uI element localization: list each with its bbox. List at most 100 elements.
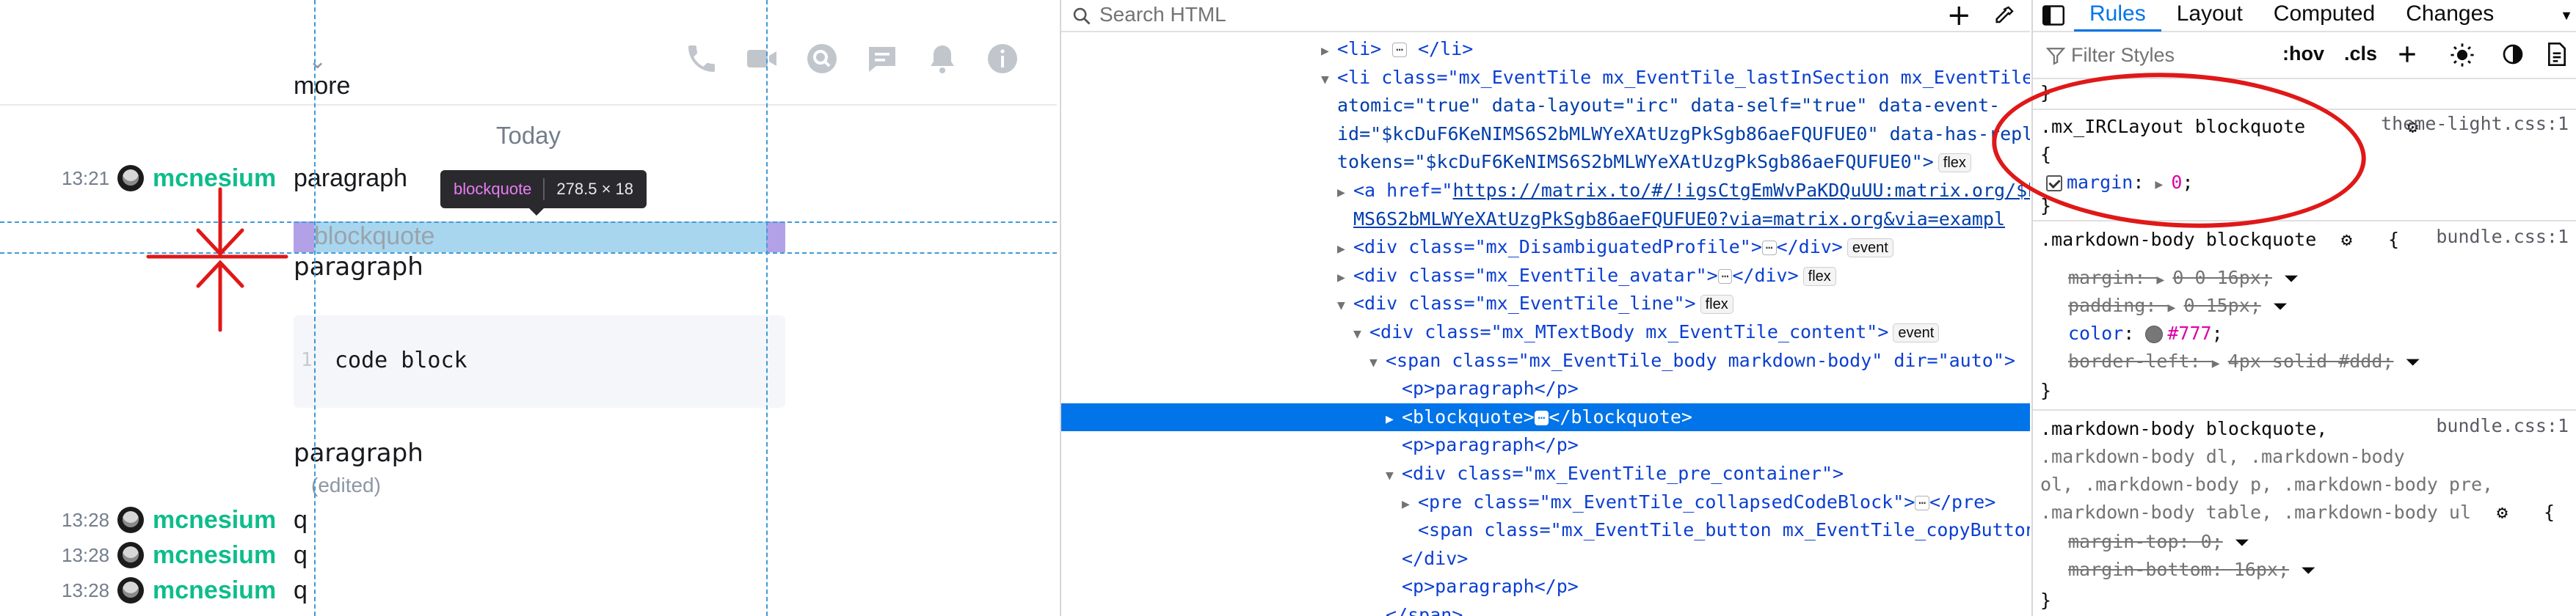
toggle-sidebar-icon[interactable] (2033, 5, 2074, 26)
tab-layout[interactable]: Layout (2161, 0, 2258, 32)
html-search-input[interactable]: Search HTML (1099, 3, 1226, 26)
arrows-annotation-icon (146, 187, 288, 332)
message-timestamp: 13:21 (62, 166, 110, 189)
tabs-overflow-icon[interactable]: ▼ (2560, 8, 2573, 23)
dom-node[interactable]: ▶ <pre class="mx_EventTile_collapsedCodeB… (1061, 488, 2030, 517)
edited-label[interactable]: (edited) (311, 474, 381, 497)
flex-badge[interactable]: flex (1802, 266, 1836, 286)
gear-icon[interactable]: ⚙ (2497, 499, 2508, 527)
code-block: 1 code block (294, 315, 785, 408)
dom-node[interactable]: ▼ <div class="mx_EventTile_line"> flex (1061, 290, 2030, 318)
dom-node[interactable]: ▼ <span class="mx_EventTile_body markdown… (1061, 347, 2030, 375)
html-search-bar: Search HTML + (1061, 0, 2030, 32)
class-toggle[interactable]: .cls (2344, 43, 2377, 65)
declaration-row[interactable]: margin-bottom: 16px; ⏷ (2068, 556, 2317, 584)
declaration-row[interactable]: margin: ▶ 0 0 16px; ⏷ (2068, 264, 2300, 292)
rule-selector[interactable]: .markdown-body table, .markdown-body ul (2040, 499, 2471, 527)
avatar[interactable] (117, 507, 144, 533)
href-link[interactable]: MS6S2bMLWYeXAtUzgPkSgb86aeFQUFUE0?via=ma… (1353, 208, 2005, 230)
print-media-icon[interactable] (2547, 43, 2567, 70)
message-timestamp: 13:28 (62, 543, 110, 566)
phone-icon[interactable] (684, 41, 719, 76)
dom-node-selected[interactable]: ▶ <blockquote> ⋯ </blockquote> (1061, 403, 2030, 432)
code-text: code block (335, 348, 467, 373)
declaration-row[interactable]: color: #777; (2068, 320, 2223, 348)
message-body: q (294, 576, 308, 604)
dom-node[interactable]: ▼ <li class="mx_EventTile mx_EventTile_la… (1061, 64, 2030, 92)
dom-node[interactable]: </span> (1061, 601, 2030, 616)
rule-source-link[interactable]: bundle.css:1 (2436, 226, 2569, 247)
dom-node-continued: tokens="$kcDuF6KeNIMS6S2bMLWYeXAtUzgPkSg… (1061, 148, 2030, 177)
dom-node[interactable]: <p>paragraph</p> (1061, 375, 2030, 403)
rule-source-link[interactable]: bundle.css:1 (2436, 415, 2569, 436)
color-swatch[interactable] (2145, 326, 2164, 343)
sender-name[interactable]: mcnesium (153, 576, 276, 605)
event-badge[interactable]: event (1847, 238, 1893, 258)
dark-scheme-icon[interactable] (2501, 43, 2525, 70)
message-paragraph: paragraph (294, 439, 423, 468)
add-rule-icon[interactable] (2395, 43, 2419, 70)
dom-node[interactable]: ▶ <div class="mx_DisambiguatedProfile"> ⋯ <… (1061, 233, 2030, 262)
threads-icon[interactable] (804, 41, 840, 76)
dom-node-continued: atomic="true" data-layout="irc" data-sel… (1337, 95, 2001, 117)
dom-node[interactable]: ▼ <div class="mx_MTextBody mx_EventTile_c… (1061, 318, 2030, 347)
hover-state-toggle[interactable]: :hov (2282, 43, 2324, 65)
chat-icon[interactable] (865, 41, 900, 76)
partial-message-text: more (294, 81, 351, 100)
tab-changes[interactable]: Changes (2390, 0, 2509, 32)
filter-icon[interactable]: ⏷ (2235, 529, 2251, 557)
add-node-button[interactable]: + (1946, 0, 1971, 32)
sender-name[interactable]: mcnesium (153, 506, 276, 535)
rule-selector[interactable]: .markdown-body blockquote (2040, 226, 2316, 254)
rule-selector[interactable]: ol, .markdown-body p, .markdown-body pre… (2040, 471, 2493, 499)
rule-source-link[interactable]: theme-light.css:1 (2381, 113, 2569, 134)
sender-name[interactable]: mcnesium (153, 541, 276, 570)
rule-selector[interactable]: .markdown-body dl, .markdown-body (2040, 443, 2405, 471)
dom-node[interactable]: <span class="mx_EventTile_button mx_Even… (1061, 516, 2030, 545)
blockquote-text: blockquote (314, 222, 435, 250)
filter-styles-input[interactable]: Filter Styles (2071, 44, 2175, 67)
code-line-number: 1 (301, 349, 313, 371)
dom-node[interactable]: ▶ <a href="https://matrix.to/#/!igsCtgEmW… (1061, 177, 2030, 205)
collapse-chevron-icon[interactable]: ⌄ (308, 48, 327, 74)
dom-node[interactable]: </div> (1061, 545, 2030, 573)
dom-node[interactable]: <p>paragraph</p> (1061, 431, 2030, 460)
gear-icon[interactable]: ⚙ (2341, 226, 2352, 254)
dom-node[interactable]: ▼ <div class="mx_EventTile_pre_container"… (1061, 460, 2030, 488)
filter-icon[interactable]: ⏷ (2301, 557, 2317, 584)
sidebar-tabs: Rules Layout Computed Changes ▼ (2033, 0, 2576, 32)
avatar[interactable] (117, 542, 144, 568)
tab-rules[interactable]: Rules (2074, 0, 2161, 32)
tooltip-tag-name: blockquote (454, 180, 532, 198)
chat-timeline: ⌄ more Today 13:21 mcnesium paragraph bl… (0, 0, 1057, 616)
message-body: q (294, 540, 308, 569)
event-badge[interactable]: event (1893, 323, 1940, 342)
filter-styles-bar: Filter Styles :hov .cls (2033, 34, 2576, 79)
eyedropper-icon[interactable] (1992, 4, 2015, 28)
element-size-tooltip: blockquote 278.5 × 18 (440, 170, 647, 216)
blockquote-padding-right (766, 221, 785, 252)
declaration-row[interactable]: border-left: ▶ 4px solid #ddd; ⏷ (2068, 348, 2421, 375)
avatar[interactable] (117, 577, 144, 604)
message-paragraph: paragraph (294, 252, 423, 282)
dom-node[interactable]: ▶ <li> ⋯ </li> (1061, 35, 2030, 64)
video-icon[interactable] (744, 41, 779, 76)
flex-badge[interactable]: flex (1700, 295, 1733, 315)
rule-selector[interactable]: .markdown-body blockquote, (2040, 415, 2327, 443)
dom-node[interactable]: ▶ <div class="mx_EventTile_avatar"> ⋯ </div… (1061, 262, 2030, 290)
tab-computed[interactable]: Computed (2258, 0, 2390, 32)
date-separator: Today (495, 122, 561, 149)
dom-tree: ▶ <li> ⋯ </li> ▼ <li class="mx_EventTile m… (1061, 35, 2030, 616)
info-icon[interactable] (985, 41, 1020, 76)
filter-icon[interactable]: ⏷ (2405, 348, 2421, 376)
tooltip-separator (543, 178, 545, 200)
flex-badge[interactable]: flex (1938, 153, 1971, 173)
declaration-row[interactable]: padding: ▶ 0 15px; ⏷ (2068, 292, 2289, 320)
bell-icon[interactable] (925, 41, 960, 76)
filter-icon[interactable]: ⏷ (2284, 265, 2300, 293)
declaration-row[interactable]: margin-top: 0; ⏷ (2068, 528, 2251, 556)
light-scheme-icon[interactable] (2450, 43, 2475, 71)
dom-node[interactable]: <p>paragraph</p> (1061, 573, 2030, 601)
href-link[interactable]: https://matrix.to/#/!igsCtgEmWvPaKDQuUU:… (1452, 180, 2030, 201)
filter-icon[interactable]: ⏷ (2273, 293, 2289, 320)
